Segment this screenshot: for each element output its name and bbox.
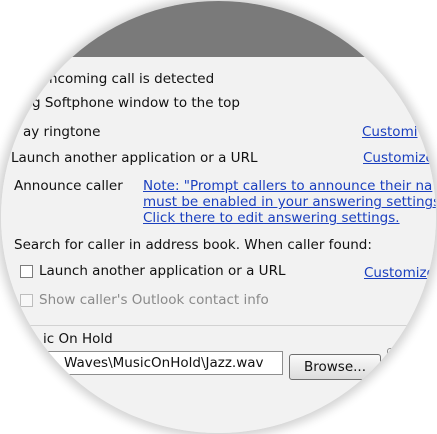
browse-button[interactable]: Browse... (289, 354, 381, 380)
outlook-contact-checkbox[interactable] (20, 294, 33, 307)
outlook-contact-label: Show caller's Outlook contact info (39, 292, 269, 308)
play-ringtone-option[interactable]: ay ringtone (23, 124, 100, 140)
music-on-hold-secondary-button[interactable] (387, 348, 417, 366)
music-on-hold-path-input[interactable]: Waves\MusicOnHold\Jazz.wav (41, 351, 283, 375)
music-on-hold-path-value: Waves\MusicOnHold\Jazz.wav (64, 355, 264, 371)
launch-app-on-found-label: Launch another application or a URL (39, 263, 286, 279)
edit-answering-settings-link[interactable]: Click there to edit answering settings. (143, 210, 400, 226)
caller-lookup-option[interactable]: Search for caller in address book. When … (14, 237, 372, 253)
magnified-settings-view: ncoming call is detected g Softphone win… (1, 1, 436, 433)
bring-to-top-option[interactable]: g Softphone window to the top (32, 95, 240, 111)
play-ringtone-customize-link[interactable]: Customi (362, 124, 417, 140)
announce-note-line-2[interactable]: must be enabled in your answering settin… (143, 194, 436, 210)
section-divider (21, 325, 411, 326)
music-on-hold-label: ic On Hold (43, 331, 113, 347)
dialog-header-band (1, 1, 436, 57)
launch-app-on-found-checkbox[interactable] (20, 265, 33, 278)
announce-note-line-1[interactable]: Note: "Prompt callers to announce their … (143, 178, 432, 194)
announce-caller-label: Announce caller (14, 178, 123, 194)
launch-app-on-found-customize-link[interactable]: Customize (364, 265, 435, 281)
launch-app-customize-link[interactable]: Customize (363, 150, 434, 166)
incoming-call-section-label: ncoming call is detected (49, 71, 215, 87)
launch-app-option[interactable]: Launch another application or a URL (11, 150, 257, 166)
